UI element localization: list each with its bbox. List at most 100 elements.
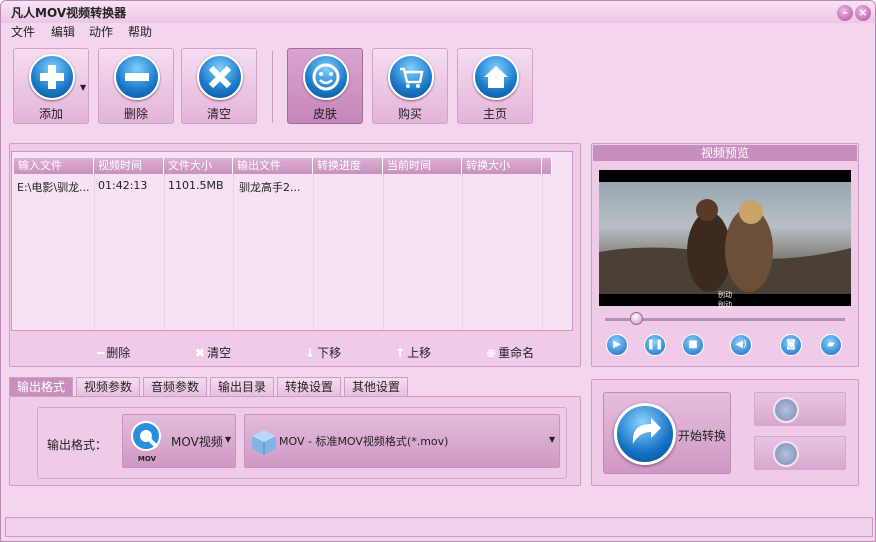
- column-divider: [94, 174, 95, 330]
- arrow-down-icon: ↓: [305, 346, 316, 360]
- rename-button[interactable]: ⊕ 重命名: [486, 344, 534, 361]
- volume-button[interactable]: ◀): [730, 334, 752, 356]
- stop-convert-button[interactable]: [754, 392, 846, 426]
- rename-label: 重命名: [498, 346, 535, 360]
- move-up-label: 上移: [407, 346, 432, 360]
- x-icon: ✖: [195, 346, 206, 360]
- stop-icon: ■: [688, 339, 698, 350]
- preview-panel: 视频预览 别动 别动 ▶ ❚❚ ■ ◀) ◙ ▰: [591, 143, 859, 367]
- column-divider: [164, 174, 165, 330]
- home-label: 主页: [482, 107, 507, 121]
- col-video-time[interactable]: 视频时间: [94, 158, 164, 174]
- tab-output-dir[interactable]: 输出目录: [210, 377, 274, 396]
- format-type-dropdown[interactable]: MOV MOV视频 ▼: [122, 414, 236, 468]
- menu-bar: 文件 编辑 动作 帮助: [1, 22, 875, 40]
- menu-help[interactable]: 帮助: [128, 23, 152, 40]
- status-bar: [5, 517, 873, 537]
- col-progress[interactable]: 转换进度: [313, 158, 383, 174]
- title-bar: 凡人MOV视频转换器 – ×: [1, 1, 875, 23]
- open-folder-button[interactable]: ▰: [820, 334, 842, 356]
- convert-panel: 开始转换: [591, 379, 859, 486]
- list-delete-button[interactable]: ━ 删除: [97, 344, 130, 361]
- minus-icon: [114, 54, 160, 100]
- file-list[interactable]: 输入文件 视频时间 文件大小 输出文件 转换进度 当前时间 转换大小 E:\电影…: [11, 151, 573, 331]
- list-clear-button[interactable]: ✖ 清空: [195, 344, 231, 361]
- toolbar: 添加 ▼ 删除 清空 皮肤 购买 主页: [1, 41, 875, 129]
- dropdown-arrow-icon[interactable]: ▼: [80, 83, 86, 92]
- snapshot-button[interactable]: ◙: [780, 334, 802, 356]
- start-convert-button[interactable]: 开始转换: [603, 392, 731, 474]
- col-converted-size[interactable]: 转换大小: [462, 158, 542, 174]
- minimize-button[interactable]: –: [837, 5, 853, 21]
- tab-video-params[interactable]: 视频参数: [76, 377, 140, 396]
- quicktime-icon: MOV: [129, 419, 165, 465]
- col-input-file[interactable]: 输入文件: [14, 158, 94, 174]
- delete-button[interactable]: 删除: [98, 48, 174, 124]
- subtitle-line: 别动: [718, 301, 732, 309]
- menu-action[interactable]: 动作: [89, 23, 113, 40]
- cell-output-file: 驯龙高手2...: [239, 181, 301, 194]
- column-divider: [462, 174, 463, 330]
- move-up-button[interactable]: ↑ 上移: [395, 344, 431, 361]
- skin-button[interactable]: 皮肤: [287, 48, 363, 124]
- tab-output-format[interactable]: 输出格式: [9, 377, 73, 396]
- cell-duration: 01:42:13: [98, 179, 148, 192]
- video-subtitle: 别动 别动: [599, 290, 851, 310]
- list-delete-label: 删除: [106, 346, 131, 360]
- settings-tabs: 输出格式 视频参数 音频参数 输出目录 转换设置 其他设置: [9, 377, 581, 397]
- column-divider: [313, 174, 314, 330]
- preview-title: 视频预览: [593, 145, 857, 161]
- add-button[interactable]: 添加 ▼: [13, 48, 89, 124]
- col-output-file[interactable]: 输出文件: [233, 158, 313, 174]
- plus-icon: [29, 54, 75, 100]
- move-down-button[interactable]: ↓ 下移: [305, 344, 341, 361]
- format-preset-dropdown[interactable]: MOV - 标准MOV视频格式(*.mov) ▼: [244, 414, 560, 468]
- pause-convert-button[interactable]: [754, 436, 846, 470]
- add-label: 添加: [38, 107, 63, 121]
- column-divider: [542, 174, 543, 330]
- chevron-down-icon: ▼: [225, 435, 232, 444]
- column-divider: [383, 174, 384, 330]
- cart-icon: [388, 54, 434, 100]
- move-down-label: 下移: [317, 346, 342, 360]
- camera-icon: ◙: [786, 339, 796, 350]
- cell-size: 1101.5MB: [168, 179, 224, 192]
- tab-other-settings[interactable]: 其他设置: [344, 377, 408, 396]
- tab-audio-params[interactable]: 音频参数: [143, 377, 207, 396]
- folder-icon: ▰: [827, 339, 835, 350]
- stop-icon: [773, 397, 799, 423]
- tab-convert-settings[interactable]: 转换设置: [277, 377, 341, 396]
- clear-button[interactable]: 清空: [181, 48, 257, 124]
- seek-slider-handle[interactable]: [630, 312, 644, 325]
- toolbar-divider: [272, 51, 273, 123]
- chevron-down-icon: ▼: [549, 435, 556, 444]
- col-file-size[interactable]: 文件大小: [164, 158, 233, 174]
- list-clear-label: 清空: [207, 346, 232, 360]
- close-button[interactable]: ×: [855, 5, 871, 21]
- col-extra: [542, 158, 552, 174]
- pause-icon: [773, 441, 799, 467]
- refresh-arrow-icon: [614, 403, 676, 465]
- home-icon: [473, 54, 519, 100]
- crosshair-icon: ⊕: [486, 346, 497, 360]
- stop-button[interactable]: ■: [682, 334, 704, 356]
- format-preset-value: MOV - 标准MOV视频格式(*.mov): [279, 435, 449, 448]
- video-frame: 别动 别动: [599, 170, 851, 309]
- smiley-icon: [303, 54, 349, 100]
- buy-label: 购买: [397, 107, 422, 121]
- menu-file[interactable]: 文件: [11, 23, 35, 40]
- x-icon: [197, 54, 243, 100]
- format-group: 输出格式： MOV MOV视频 ▼ MOV - 标准MOV视频格式(*.mov)…: [37, 407, 567, 479]
- cell-input-file: E:\电影\驯龙...: [17, 181, 90, 194]
- skin-label: 皮肤: [312, 107, 337, 121]
- app-window: 凡人MOV视频转换器 – × 文件 编辑 动作 帮助 添加 ▼ 删除 清空 皮肤…: [0, 0, 876, 542]
- home-button[interactable]: 主页: [457, 48, 533, 124]
- play-button[interactable]: ▶: [606, 334, 628, 356]
- pause-button[interactable]: ❚❚: [644, 334, 666, 356]
- buy-button[interactable]: 购买: [372, 48, 448, 124]
- col-current-time[interactable]: 当前时间: [383, 158, 462, 174]
- output-format-label: 输出格式：: [47, 438, 108, 452]
- play-icon: ▶: [613, 339, 621, 350]
- mov-badge: MOV: [137, 455, 157, 463]
- menu-edit[interactable]: 编辑: [51, 23, 75, 40]
